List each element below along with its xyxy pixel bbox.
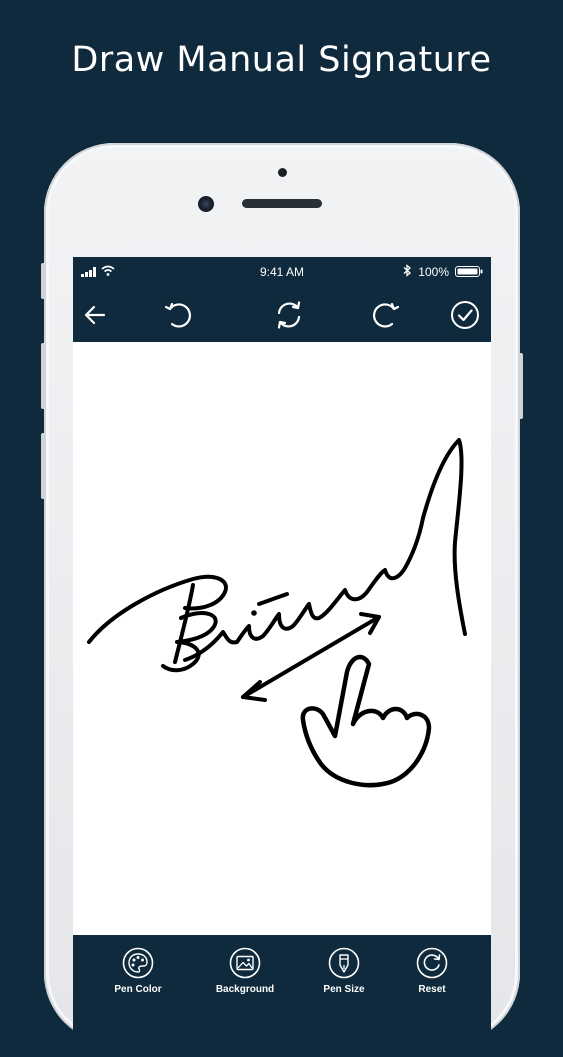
mute-switch bbox=[41, 263, 46, 299]
volume-up-button bbox=[41, 343, 46, 409]
back-arrow-icon bbox=[84, 305, 106, 325]
bluetooth-icon bbox=[403, 264, 411, 277]
check-circle-icon bbox=[451, 301, 479, 329]
signature-drawing bbox=[87, 438, 467, 788]
palette-icon bbox=[122, 947, 154, 979]
phone-screen: 9:41 AM 100% Pen Color Background Pen Si… bbox=[73, 257, 491, 1057]
background-button[interactable]: Background bbox=[200, 947, 290, 995]
battery-percent: 100% bbox=[418, 265, 449, 279]
pen-size-label: Pen Size bbox=[323, 984, 365, 995]
reset-button[interactable]: Reset bbox=[387, 947, 477, 995]
signature-canvas[interactable] bbox=[73, 342, 491, 935]
earpiece-speaker bbox=[242, 199, 322, 208]
undo-icon bbox=[164, 302, 192, 328]
background-label: Background bbox=[215, 984, 275, 995]
app-toolbar: 9:41 AM 100% bbox=[73, 257, 491, 342]
done-button[interactable] bbox=[445, 295, 485, 335]
phone-mockup: 9:41 AM 100% Pen Color Background Pen Si… bbox=[41, 143, 523, 1057]
pen-size-button[interactable]: Pen Size bbox=[299, 947, 389, 995]
image-icon bbox=[229, 947, 261, 979]
redo-icon bbox=[372, 302, 400, 328]
undo-button[interactable] bbox=[158, 295, 198, 335]
reset-icon bbox=[416, 947, 448, 979]
status-bar: 9:41 AM 100% bbox=[73, 257, 491, 285]
refresh-icon bbox=[277, 301, 301, 329]
page-headline: Draw Manual Signature bbox=[71, 40, 492, 80]
refresh-button[interactable] bbox=[269, 295, 309, 335]
pen-nib-icon bbox=[328, 947, 360, 979]
pen-color-label: Pen Color bbox=[114, 984, 162, 995]
battery-icon bbox=[455, 266, 483, 277]
front-camera bbox=[198, 196, 214, 212]
redo-button[interactable] bbox=[366, 295, 406, 335]
bottom-toolbar: Pen Color Background Pen Size Reset bbox=[73, 935, 491, 1057]
reset-label: Reset bbox=[418, 984, 446, 995]
volume-down-button bbox=[41, 433, 46, 499]
back-button[interactable] bbox=[75, 295, 115, 335]
pen-color-button[interactable]: Pen Color bbox=[93, 947, 183, 995]
power-button bbox=[518, 353, 523, 419]
proximity-sensor bbox=[278, 168, 287, 177]
